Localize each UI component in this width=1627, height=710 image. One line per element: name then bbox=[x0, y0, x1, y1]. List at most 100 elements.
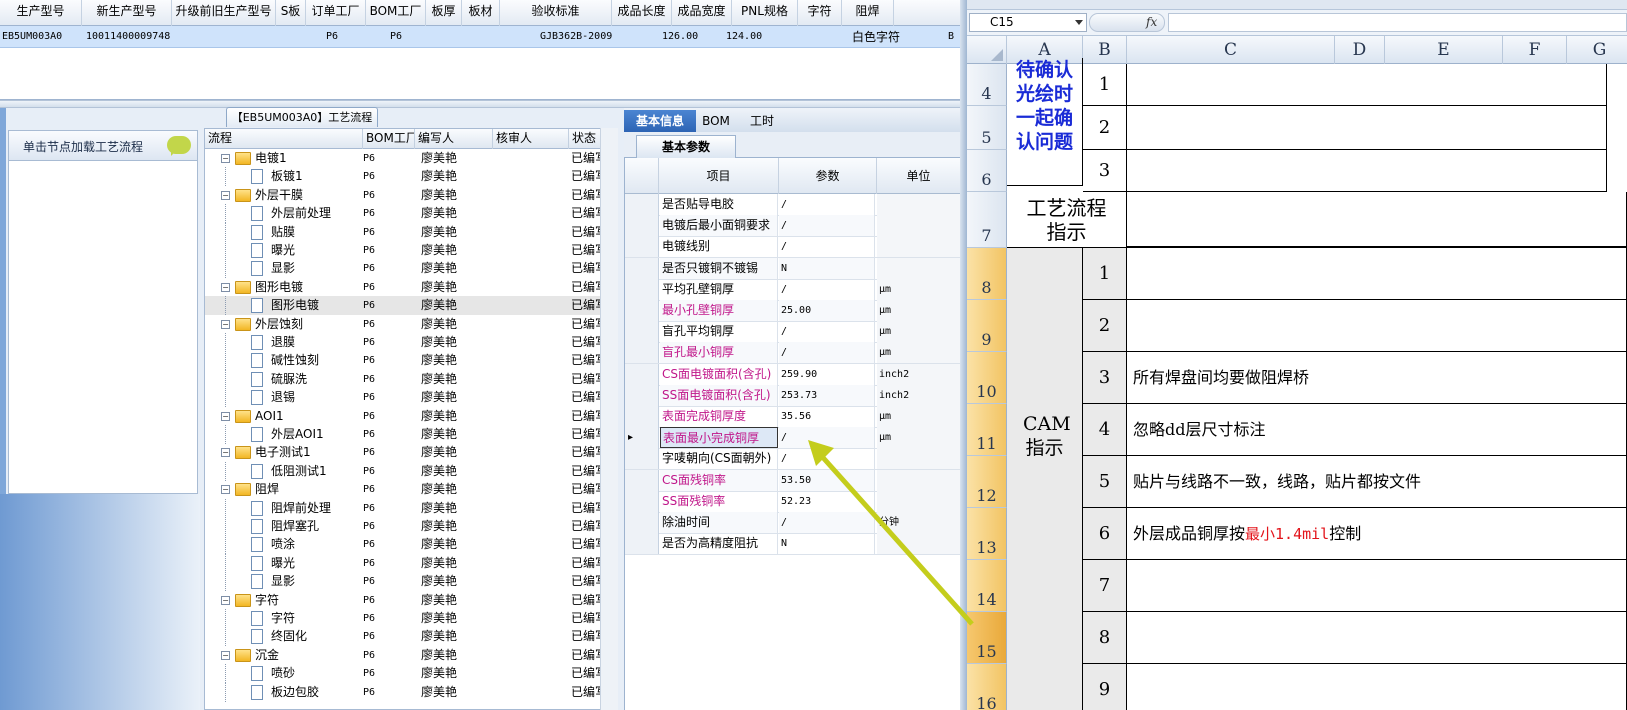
param-value[interactable]: / bbox=[779, 236, 875, 258]
cam-item-number[interactable]: 1 bbox=[1083, 248, 1127, 300]
vertical-splitter[interactable] bbox=[960, 0, 967, 710]
tree-row[interactable]: 低阻测试1 P6 廖美艳 已编写 bbox=[205, 461, 617, 481]
tree-node-label[interactable]: 板边包胶 bbox=[271, 683, 319, 702]
column-header[interactable]: C bbox=[1127, 36, 1335, 64]
param-row[interactable]: SS面电镀面积(含孔) 253.73 inch2 bbox=[625, 384, 961, 407]
param-value[interactable]: / bbox=[779, 512, 875, 533]
tree-node-label[interactable]: 电镀1 bbox=[255, 149, 287, 168]
cell-order-factory[interactable]: P6 bbox=[326, 26, 366, 48]
param-value[interactable]: / bbox=[779, 342, 875, 364]
tree-node-label[interactable]: 贴膜 bbox=[271, 223, 295, 242]
tree-row[interactable]: 曝光 P6 廖美艳 已编写 bbox=[205, 241, 617, 260]
order-col-header[interactable]: S板 bbox=[276, 0, 306, 26]
cell-solder[interactable]: B bbox=[948, 26, 960, 48]
tree-node-label[interactable]: 字符 bbox=[255, 591, 279, 610]
flow-label-cell[interactable]: 工艺流程指示 bbox=[1007, 192, 1127, 248]
tree-node-label[interactable]: 沉金 bbox=[255, 646, 279, 665]
tree-node-label[interactable]: 图形电镀 bbox=[271, 296, 319, 315]
cam-item-text[interactable]: 忽略dd层尺寸标注 bbox=[1127, 404, 1627, 456]
order-col-header[interactable]: 新生产型号 bbox=[82, 0, 172, 26]
cell-char[interactable]: 白色字符 bbox=[852, 26, 912, 48]
tab-basic-params[interactable]: 基本参数 bbox=[636, 135, 736, 158]
param-value[interactable]: / bbox=[779, 215, 875, 237]
tree-row[interactable]: 显影 P6 廖美艳 已编写 bbox=[205, 259, 617, 279]
param-value[interactable]: 35.56 bbox=[779, 406, 875, 427]
param-row[interactable]: 字唛朝向(CS面朝外) / bbox=[625, 448, 961, 471]
collapse-toggle-icon[interactable]: − bbox=[221, 319, 230, 329]
row-header[interactable]: 16 bbox=[967, 664, 1007, 710]
param-value[interactable]: / bbox=[779, 321, 875, 343]
params-col-item[interactable]: 项目 bbox=[659, 158, 779, 194]
formula-input[interactable] bbox=[1168, 13, 1627, 32]
column-header[interactable]: D bbox=[1335, 36, 1385, 64]
row-header[interactable]: 13 bbox=[967, 508, 1007, 560]
collapse-toggle-icon[interactable]: − bbox=[221, 190, 230, 200]
param-row[interactable]: SS面残铜率 52.23 bbox=[625, 490, 961, 513]
tree-node-label[interactable]: 电子测试1 bbox=[255, 443, 311, 462]
tree-node-label[interactable]: 显影 bbox=[271, 572, 295, 591]
tree-row[interactable]: 喷砂 P6 廖美艳 已编写 bbox=[205, 664, 617, 684]
row-header[interactable]: 4 bbox=[967, 64, 1007, 106]
tree-node-label[interactable]: 字符 bbox=[271, 609, 295, 628]
param-value[interactable]: 259.90 bbox=[779, 363, 875, 385]
pending-item-cell[interactable] bbox=[1127, 106, 1607, 150]
tree-node-label[interactable]: 退膜 bbox=[271, 333, 295, 352]
tree-node-label[interactable]: 阻焊前处理 bbox=[271, 499, 331, 518]
cam-item-text[interactable]: 所有焊盘间均要做阻焊桥 bbox=[1127, 352, 1627, 404]
param-row[interactable]: ▸ 表面最小完成铜厚 / μm bbox=[625, 427, 961, 450]
cam-item-text[interactable] bbox=[1127, 560, 1627, 612]
row-header[interactable]: 10 bbox=[967, 352, 1007, 404]
cell-prod-model[interactable]: EB5UM003A0 bbox=[2, 26, 82, 48]
tab-work-hours[interactable]: 工时 bbox=[738, 110, 786, 132]
cam-item-text[interactable] bbox=[1127, 664, 1627, 710]
chevron-down-icon[interactable] bbox=[1075, 20, 1083, 25]
param-row[interactable]: CS面残铜率 53.50 bbox=[625, 469, 961, 492]
order-col-header[interactable]: 生产型号 bbox=[0, 0, 82, 26]
param-row[interactable]: 盲孔平均铜厚 / μm bbox=[625, 321, 961, 344]
cell-bom-factory[interactable]: P6 bbox=[390, 26, 430, 48]
params-col-unit[interactable]: 单位 bbox=[877, 158, 961, 194]
tree-row[interactable]: − 图形电镀 P6 廖美艳 已编写 bbox=[205, 278, 617, 297]
tree-row[interactable]: 喷涂 P6 廖美艳 已编写 bbox=[205, 535, 617, 555]
tree-node-label[interactable]: 图形电镀 bbox=[255, 278, 303, 297]
tree-node-label[interactable]: 喷涂 bbox=[271, 535, 295, 554]
tree-row[interactable]: 板边包胶 P6 廖美艳 已编写 bbox=[205, 682, 617, 702]
flow-content-cell[interactable] bbox=[1127, 192, 1627, 248]
cam-item-text[interactable] bbox=[1127, 300, 1627, 352]
tree-row[interactable]: 图形电镀 P6 廖美艳 已编写 bbox=[205, 296, 617, 316]
tree-node-label[interactable]: 退锡 bbox=[271, 388, 295, 407]
param-value[interactable]: / bbox=[779, 278, 875, 300]
params-col-value[interactable]: 参数 bbox=[779, 158, 877, 194]
tree-node-label[interactable]: 外层蚀刻 bbox=[255, 315, 303, 334]
param-value[interactable]: 53.50 bbox=[779, 469, 875, 491]
cam-item-number[interactable]: 2 bbox=[1083, 300, 1127, 352]
cam-item-number[interactable]: 6 bbox=[1083, 508, 1127, 560]
param-value[interactable]: N bbox=[779, 533, 875, 555]
row-header[interactable]: 14 bbox=[967, 560, 1007, 612]
tree-row[interactable]: 贴膜 P6 廖美艳 已编写 bbox=[205, 222, 617, 242]
tree-row[interactable]: 硫脲洗 P6 廖美艳 已编写 bbox=[205, 369, 617, 389]
param-row[interactable]: 是否为高精度阻抗 N bbox=[625, 533, 961, 556]
order-col-header[interactable]: PNL规格 bbox=[732, 0, 798, 26]
tree-col-bom[interactable]: BOM工厂 bbox=[363, 129, 415, 149]
cam-item-number[interactable]: 7 bbox=[1083, 560, 1127, 612]
order-grid-row[interactable]: EB5UM003A0 10011400009748 P6 P6 GJB362B-… bbox=[0, 26, 960, 48]
collapse-toggle-icon[interactable]: − bbox=[221, 448, 230, 458]
tree-col-writer[interactable]: 编写人 bbox=[415, 129, 493, 149]
tree-row[interactable]: 退锡 P6 廖美艳 已编写 bbox=[205, 388, 617, 408]
tree-row[interactable]: − 电镀1 P6 廖美艳 已编写 bbox=[205, 149, 617, 168]
tree-node-label[interactable]: 阻焊 bbox=[255, 480, 279, 499]
pending-item-number[interactable]: 1 bbox=[1083, 64, 1127, 106]
param-row[interactable]: 表面完成铜厚度 35.56 μm bbox=[625, 406, 961, 428]
tree-row[interactable]: − 沉金 P6 廖美艳 已编写 bbox=[205, 646, 617, 665]
param-row[interactable]: 除油时间 / 分钟 bbox=[625, 512, 961, 534]
order-col-header[interactable]: 板材 bbox=[462, 0, 500, 26]
param-value[interactable]: 52.23 bbox=[779, 490, 875, 512]
collapse-toggle-icon[interactable]: − bbox=[221, 154, 230, 163]
pending-label-cell[interactable]: 待确认光绘时一起确认问题 bbox=[1007, 58, 1083, 186]
collapse-toggle-icon[interactable]: − bbox=[221, 282, 230, 292]
param-row[interactable]: 电镀线别 / bbox=[625, 236, 961, 259]
tree-row[interactable]: 显影 P6 廖美艳 已编写 bbox=[205, 572, 617, 592]
tree-row[interactable]: 外层AOI1 P6 廖美艳 已编写 bbox=[205, 425, 617, 444]
tree-node-label[interactable]: 曝光 bbox=[271, 554, 295, 573]
